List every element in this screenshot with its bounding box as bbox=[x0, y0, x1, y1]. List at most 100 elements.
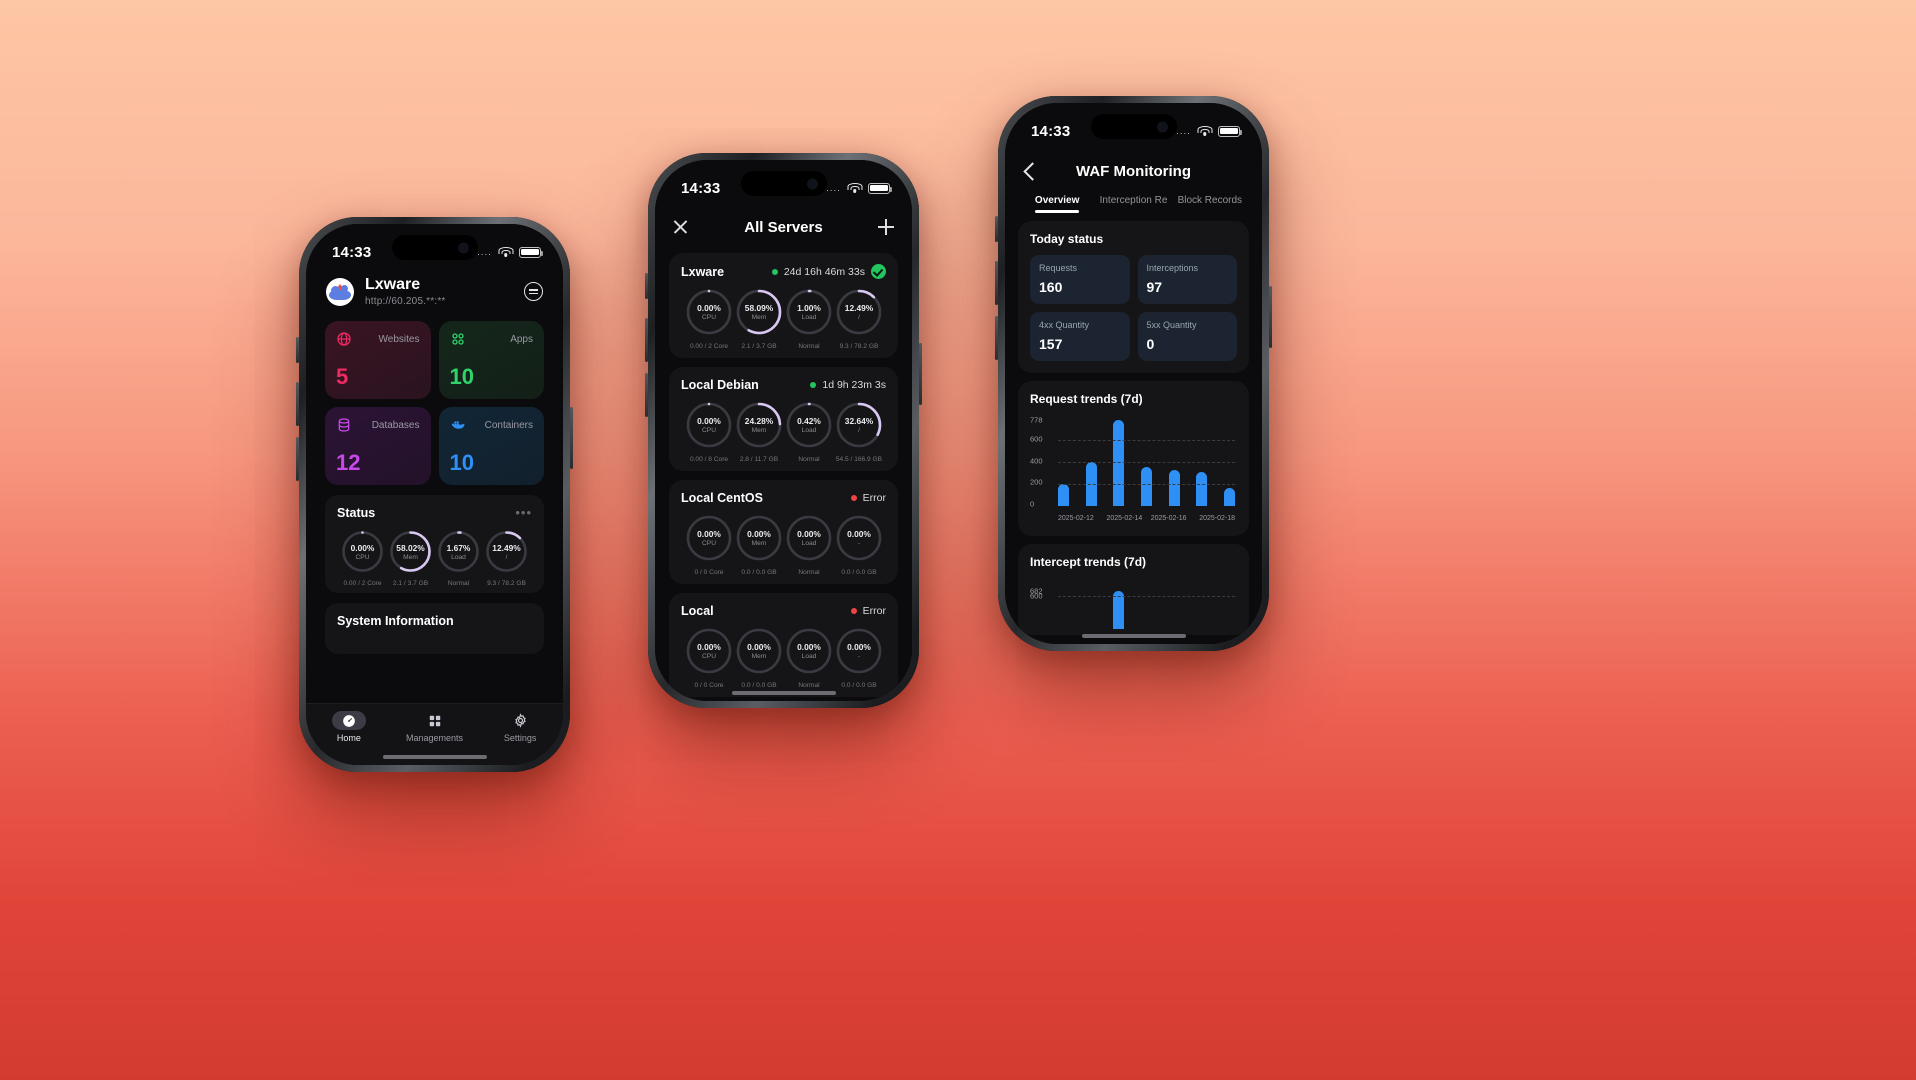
status-indicators: .... bbox=[826, 182, 893, 194]
request-trends-card: Request trends (7d) 0 200 400 600 778 2025-0… bbox=[1018, 381, 1249, 536]
gauge-ring: 58.09% Mem bbox=[734, 287, 784, 337]
gauge-ring: 1.00% Load bbox=[784, 287, 834, 337]
camera-lens bbox=[806, 178, 818, 189]
gauge-sub: 0.0 / 0.0 GB bbox=[741, 569, 777, 576]
camera-lens bbox=[1156, 121, 1168, 132]
intercept-trends-title: Intercept trends (7d) bbox=[1030, 555, 1147, 569]
gauge-value: 1.67% bbox=[446, 542, 471, 553]
tab-settings[interactable]: Settings bbox=[477, 711, 563, 743]
mute-switch[interactable] bbox=[645, 273, 648, 299]
gauge-sub: 9.3 / 78.2 GB bbox=[487, 580, 526, 588]
status-indicators: .... bbox=[477, 246, 544, 258]
gauge-disk: 0.00% - 0.0 / 0.0 GB bbox=[834, 513, 884, 576]
plus-icon[interactable] bbox=[878, 219, 894, 235]
gauge-sub: Normal bbox=[798, 682, 820, 689]
server-card[interactable]: Local CentOS Error 0.00% CPU 0 / 0 Core bbox=[669, 480, 898, 584]
server-card[interactable]: Local Debian 1d 9h 23m 3s 0.00% CPU 0.00… bbox=[669, 367, 898, 471]
gauge-sub: 0.0 / 0.0 GB bbox=[841, 569, 877, 576]
tab-managements[interactable]: Managements bbox=[392, 711, 478, 743]
summary-tiles: Websites 5 Apps 10 Databases 12 Containe… bbox=[306, 307, 563, 486]
tile-value: 10 bbox=[449, 364, 474, 390]
gauge-value: 0.00% bbox=[747, 642, 771, 652]
gauge-ring: 12.49% / bbox=[834, 287, 884, 337]
gauge-label: Load bbox=[451, 553, 466, 561]
gauge-sub: 9.3 / 78.2 GB bbox=[839, 343, 879, 350]
status-card: Status ••• 0.00% CPU 0.00 / 2 Core 58.02… bbox=[325, 495, 544, 594]
today-status-card: Today status Requests 160 Interceptions … bbox=[1018, 221, 1249, 373]
gauge-mem: 58.09% Mem 2.1 / 3.7 GB bbox=[734, 287, 784, 350]
tile-value: 12 bbox=[336, 450, 361, 476]
mute-switch[interactable] bbox=[995, 216, 998, 242]
close-icon[interactable] bbox=[673, 220, 688, 235]
gauge-cpu: 0.00% CPU 0.00 / 2 Core bbox=[339, 529, 386, 587]
volume-up-button[interactable] bbox=[645, 318, 648, 362]
server-status: 1d 9h 23m 3s bbox=[810, 379, 886, 391]
account-switch-icon[interactable] bbox=[524, 282, 543, 302]
gauge-ring: 0.00% - bbox=[834, 513, 884, 563]
server-card[interactable]: Local Error 0.00% CPU 0 / 0 Core 0.00% M… bbox=[669, 593, 898, 697]
gauge-ring: 0.00% CPU bbox=[684, 287, 734, 337]
check-circle-icon bbox=[871, 264, 886, 279]
server-status: 24d 16h 46m 33s bbox=[771, 264, 886, 279]
server-status: Error bbox=[850, 492, 886, 504]
volume-down-button[interactable] bbox=[645, 373, 648, 417]
chart-x-label: 2025-02-18 bbox=[1199, 515, 1235, 522]
chart-bar bbox=[1113, 591, 1125, 629]
tile-apps[interactable]: Apps 10 bbox=[438, 321, 544, 400]
tile-containers[interactable]: Containers 10 bbox=[438, 407, 544, 486]
volume-up-button[interactable] bbox=[296, 382, 299, 426]
gauge-value: 0.42% bbox=[797, 416, 821, 426]
gauge-ring: 0.00% CPU bbox=[340, 529, 385, 574]
chart-y-label: 400 bbox=[1030, 456, 1043, 466]
power-button[interactable] bbox=[919, 343, 922, 405]
server-card-header: Local CentOS Error bbox=[681, 491, 886, 505]
power-button[interactable] bbox=[570, 407, 573, 469]
volume-down-button[interactable] bbox=[296, 437, 299, 481]
tile-label: Databases bbox=[371, 419, 420, 431]
status-time: 14:33 bbox=[681, 179, 721, 197]
tile-databases[interactable]: Databases 12 bbox=[325, 407, 431, 486]
gauge-ring: 32.64% / bbox=[834, 400, 884, 450]
chart-bars bbox=[1058, 420, 1235, 506]
home-indicator[interactable] bbox=[731, 691, 836, 695]
stat-value: 160 bbox=[1039, 279, 1063, 295]
power-button[interactable] bbox=[1269, 286, 1272, 348]
stat-5xx: 5xx Quantity 0 bbox=[1137, 312, 1237, 361]
tile-label: Websites bbox=[378, 333, 420, 345]
gear-icon bbox=[514, 713, 526, 728]
gauge-label: CPU bbox=[702, 314, 716, 321]
home-indicator[interactable] bbox=[1081, 634, 1186, 638]
tab-interception-records[interactable]: Interception Re bbox=[1095, 195, 1171, 213]
chevron-left-icon[interactable] bbox=[1023, 161, 1042, 181]
account-text: Lxware http://60.205.**:** bbox=[365, 276, 446, 307]
mute-switch[interactable] bbox=[296, 337, 299, 363]
server-name: Local Debian bbox=[681, 378, 759, 392]
intercept-trends-card: Intercept trends (7d) 600 682 bbox=[1018, 544, 1249, 635]
server-card[interactable]: Lxware 24d 16h 46m 33s 0.00% CPU 0.00 / … bbox=[669, 253, 898, 358]
tab-home[interactable]: Home bbox=[306, 711, 392, 743]
wifi-icon bbox=[847, 182, 862, 194]
gauge-label: / bbox=[858, 427, 860, 434]
volume-up-button[interactable] bbox=[995, 261, 998, 305]
tab-block-records[interactable]: Block Records bbox=[1172, 195, 1248, 213]
tab-overview[interactable]: Overview bbox=[1019, 195, 1095, 213]
volume-down-button[interactable] bbox=[995, 316, 998, 360]
server-gauges: 0.00% CPU 0.00 / 8 Core 24.28% Mem 2.8 /… bbox=[681, 392, 886, 463]
stat-value: 97 bbox=[1146, 279, 1163, 295]
stat-value: 157 bbox=[1039, 336, 1063, 352]
tab-settings-pill bbox=[503, 711, 537, 730]
gauge-value: 0.00% bbox=[697, 642, 721, 652]
page-title: All Servers bbox=[744, 218, 823, 236]
home-indicator[interactable] bbox=[382, 755, 487, 759]
tile-websites[interactable]: Websites 5 bbox=[325, 321, 431, 400]
stat-value: 0 bbox=[1146, 336, 1155, 352]
gauge-sub: Normal bbox=[798, 569, 820, 576]
gauge-label: Load bbox=[801, 540, 817, 547]
server-name: Local CentOS bbox=[681, 491, 763, 505]
gauge-label: Mem bbox=[751, 540, 767, 547]
tile-value: 10 bbox=[449, 450, 474, 476]
gauge-mem: 0.00% Mem 0.0 / 0.0 GB bbox=[734, 513, 784, 576]
more-dots-icon[interactable]: ••• bbox=[515, 507, 532, 520]
status-dot bbox=[771, 268, 778, 275]
account-header: Lxware http://60.205.**:** bbox=[306, 270, 563, 307]
